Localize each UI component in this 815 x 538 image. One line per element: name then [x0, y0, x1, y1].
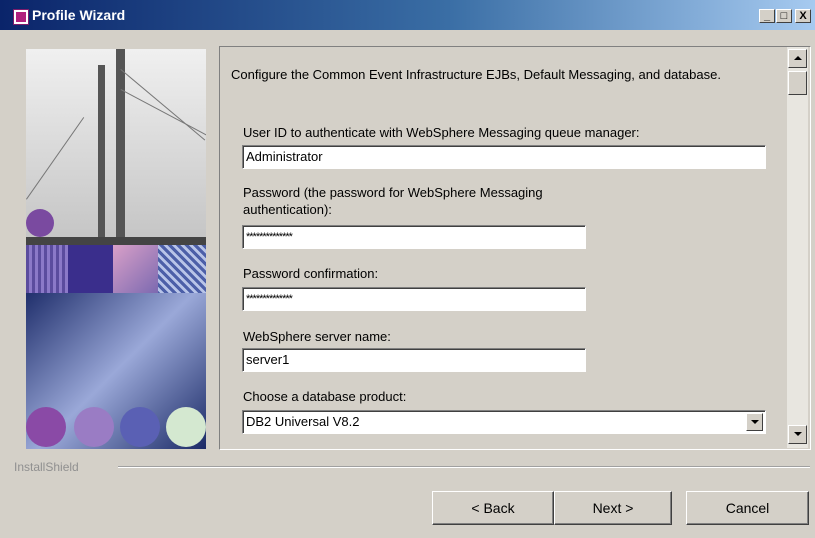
cancel-button[interactable]: Cancel — [686, 491, 809, 525]
maximize-button[interactable]: □ — [776, 9, 792, 23]
scroll-up-icon[interactable] — [788, 49, 807, 68]
next-button[interactable]: Next > — [554, 491, 672, 525]
bridge-deck — [26, 237, 206, 245]
pattern-tile — [113, 245, 158, 295]
window-title: Profile Wizard — [32, 7, 126, 23]
installshield-brand: InstallShield — [14, 460, 79, 474]
minimize-button[interactable]: _ — [759, 9, 775, 23]
pattern-tile — [68, 245, 113, 295]
back-button[interactable]: < Back — [432, 491, 554, 525]
password-confirm-input[interactable]: ************** — [242, 287, 586, 311]
lavender-circle — [74, 407, 114, 447]
database-product-value: DB2 Universal V8.2 — [246, 414, 360, 429]
server-name-input[interactable]: server1 — [242, 348, 586, 372]
intro-text: Configure the Common Event Infrastructur… — [231, 67, 721, 82]
scroll-thumb[interactable] — [788, 71, 807, 95]
bridge-pylon — [98, 65, 105, 245]
password-input[interactable]: ************** — [242, 225, 586, 249]
user-id-label: User ID to authenticate with WebSphere M… — [243, 125, 640, 140]
user-id-input[interactable]: Administrator — [242, 145, 766, 169]
password-confirm-label: Password confirmation: — [243, 266, 379, 281]
scroll-down-icon[interactable] — [788, 425, 807, 444]
title-bar: Profile Wizard _ □ X — [0, 0, 815, 30]
pattern-tile — [158, 245, 206, 295]
mint-circle — [166, 407, 206, 447]
database-product-label: Choose a database product: — [243, 389, 407, 404]
wizard-banner-image — [26, 49, 206, 449]
blue-circle — [120, 407, 160, 447]
brand-divider — [118, 466, 810, 468]
close-button[interactable]: X — [795, 9, 811, 23]
database-product-select[interactable]: DB2 Universal V8.2 — [242, 410, 766, 434]
server-name-label: WebSphere server name: — [243, 329, 391, 344]
vertical-scrollbar[interactable] — [787, 47, 808, 448]
installer-icon — [13, 9, 29, 25]
bridge-pylon — [116, 49, 125, 245]
pattern-tile — [26, 245, 68, 295]
purple-circle — [26, 407, 66, 447]
purple-circle — [26, 209, 54, 237]
dropdown-arrow-icon[interactable] — [746, 413, 763, 431]
password-label: Password (the password for WebSphere Mes… — [243, 185, 543, 217]
